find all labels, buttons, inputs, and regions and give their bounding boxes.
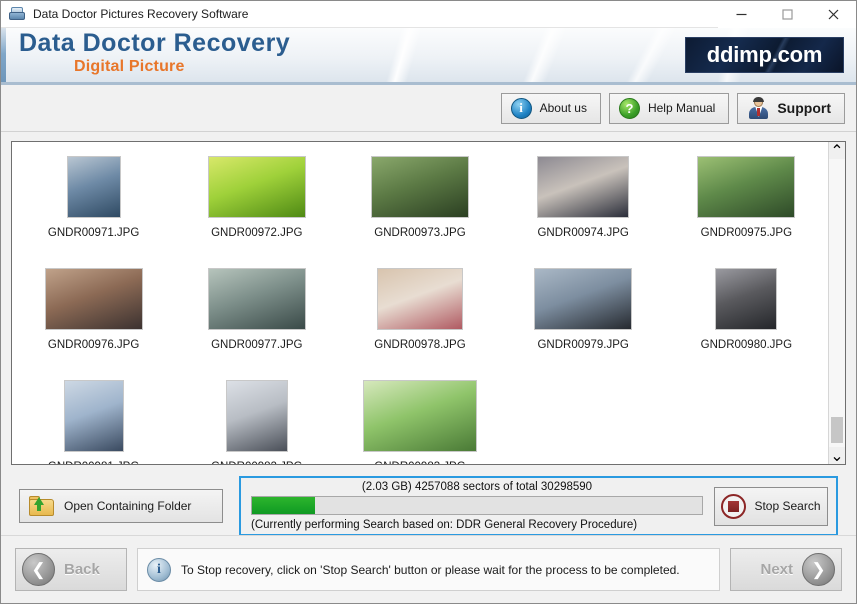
scroll-down-icon[interactable]: ⌄	[829, 447, 845, 464]
close-button[interactable]	[810, 0, 856, 28]
stop-icon	[721, 493, 747, 519]
search-progress-panel: (2.03 GB) 4257088 sectors of total 30298…	[239, 476, 838, 536]
thumbnail-filename: GNDR00973.JPG	[374, 227, 466, 239]
current-procedure-text: (Currently performing Search based on: D…	[251, 519, 638, 531]
brand-header: Data Doctor Recovery Digital Picture ddi…	[1, 28, 856, 85]
open-containing-folder-button[interactable]: Open Containing Folder	[19, 489, 223, 523]
status-hint-box: i To Stop recovery, click on 'Stop Searc…	[137, 548, 720, 591]
folder-up-icon	[29, 495, 55, 517]
main-content: GNDR00971.JPG GNDR00972.JPG GNDR00973.JPG G…	[1, 132, 856, 537]
ddimp-logo-text: ddimp.com	[706, 42, 823, 67]
thumbnail-item[interactable]: GNDR00983.JPG	[338, 374, 501, 464]
status-row: Open Containing Folder (2.03 GB) 4257088…	[11, 475, 846, 537]
about-us-label: About us	[539, 101, 587, 115]
scrollbar-track[interactable]	[829, 159, 845, 447]
thumbnail-item[interactable]: GNDR00979.JPG	[502, 262, 665, 374]
thumbnail-image[interactable]	[537, 156, 630, 218]
thumbnail-item[interactable]: GNDR00973.JPG	[338, 150, 501, 262]
thumbnail-image[interactable]	[225, 380, 288, 452]
thumbnail-filename: GNDR00972.JPG	[211, 227, 303, 239]
thumbnail-image[interactable]	[697, 156, 796, 218]
thumbnail-image[interactable]	[207, 268, 306, 330]
thumbnail-filename: GNDR00971.JPG	[47, 227, 140, 239]
open-folder-label: Open Containing Folder	[64, 499, 192, 513]
brand-title: Data Doctor Recovery	[19, 29, 291, 57]
thumbnail-image[interactable]	[207, 156, 306, 218]
thumbnail-item[interactable]: GNDR00974.JPG	[502, 150, 665, 262]
thumbnail-filename: GNDR00977.JPG	[211, 339, 303, 351]
thumbnail-filename: GNDR00979.JPG	[537, 339, 629, 351]
title-bar: Data Doctor Pictures Recovery Software	[1, 0, 856, 28]
next-button[interactable]: Next ❯	[730, 548, 842, 591]
thumbnail-image[interactable]	[376, 268, 463, 330]
maximize-button[interactable]	[764, 0, 810, 28]
progress-bar	[251, 496, 703, 515]
thumbnail-filename: GNDR00982.JPG	[211, 461, 302, 464]
status-hint-text: To Stop recovery, click on 'Stop Search'…	[181, 562, 680, 577]
next-label: Next	[760, 561, 793, 578]
ddimp-logo[interactable]: ddimp.com	[685, 37, 844, 73]
help-manual-label: Help Manual	[647, 101, 716, 115]
thumbnail-image[interactable]	[44, 268, 143, 330]
thumbnail-image[interactable]	[534, 268, 633, 330]
thumbnail-filename: GNDR00981.JPG	[48, 461, 139, 464]
recovered-files-panel: GNDR00971.JPG GNDR00972.JPG GNDR00973.JPG G…	[11, 141, 846, 465]
thumbnail-filename: GNDR00975.JPG	[700, 227, 793, 239]
thumbnail-item[interactable]: GNDR00981.JPG	[12, 374, 175, 464]
progress-bar-fill	[252, 497, 315, 514]
window-controls	[718, 0, 856, 28]
back-button[interactable]: ❮ Back	[15, 548, 127, 591]
stop-search-label: Stop Search	[754, 499, 821, 513]
thumbnail-item[interactable]: GNDR00982.JPG	[175, 374, 338, 464]
back-label: Back	[64, 561, 100, 578]
thumbnail-grid[interactable]: GNDR00971.JPG GNDR00972.JPG GNDR00973.JPG G…	[12, 142, 828, 464]
thumbnail-filename: GNDR00974.JPG	[537, 227, 629, 239]
brand-subtitle: Digital Picture	[74, 58, 185, 75]
thumbnail-item[interactable]: GNDR00976.JPG	[12, 262, 175, 374]
support-button[interactable]: Support	[737, 92, 845, 124]
thumbnail-filename: GNDR00978.JPG	[374, 339, 466, 351]
application-window: Data Doctor Pictures Recovery Software D…	[0, 0, 857, 604]
thumbnail-item[interactable]: GNDR00971.JPG	[12, 150, 175, 262]
window-title: Data Doctor Pictures Recovery Software	[33, 7, 249, 21]
header-left-accent-strip	[1, 28, 6, 82]
thumbnail-item[interactable]: GNDR00977.JPG	[175, 262, 338, 374]
toolbar: i About us ? Help Manual Support	[1, 85, 856, 132]
chevron-right-icon: ❯	[802, 553, 835, 586]
support-agent-icon	[747, 97, 769, 119]
minimize-button[interactable]	[718, 0, 764, 28]
thumbnail-image[interactable]	[63, 380, 124, 452]
progress-left-column: (2.03 GB) 4257088 sectors of total 30298…	[249, 481, 703, 531]
about-us-button[interactable]: i About us	[500, 92, 601, 124]
thumbnail-filename: GNDR00983.JPG	[374, 461, 465, 464]
question-mark-icon: ?	[618, 97, 640, 119]
vertical-scrollbar[interactable]: ⌃ ⌄	[828, 142, 845, 464]
thumbnail-image[interactable]	[370, 156, 469, 218]
bottom-navigation-bar: ❮ Back i To Stop recovery, click on 'Sto…	[1, 535, 856, 603]
thumbnail-item[interactable]: GNDR00972.JPG	[175, 150, 338, 262]
chevron-left-icon: ❮	[22, 553, 55, 586]
thumbnail-item[interactable]: GNDR00978.JPG	[338, 262, 501, 374]
thumbnail-image[interactable]	[66, 156, 121, 218]
scroll-up-icon[interactable]: ⌃	[829, 142, 845, 160]
thumbnail-item[interactable]: GNDR00975.JPG	[665, 150, 828, 262]
sectors-progress-text: (2.03 GB) 4257088 sectors of total 30298…	[361, 481, 593, 493]
thumbnail-filename: GNDR00980.JPG	[700, 339, 793, 351]
info-icon: i	[510, 97, 532, 119]
thumbnail-image[interactable]	[362, 380, 477, 452]
thumbnail-filename: GNDR00976.JPG	[47, 339, 140, 351]
support-label: Support	[777, 100, 831, 116]
thumbnail-item[interactable]: GNDR00980.JPG	[665, 262, 828, 374]
scrollbar-thumb[interactable]	[831, 417, 843, 443]
info-icon: i	[147, 557, 171, 582]
thumbnail-image[interactable]	[715, 268, 778, 330]
stop-search-button[interactable]: Stop Search	[714, 486, 828, 526]
help-manual-button[interactable]: ? Help Manual	[608, 92, 730, 124]
app-scanner-icon	[8, 6, 26, 22]
